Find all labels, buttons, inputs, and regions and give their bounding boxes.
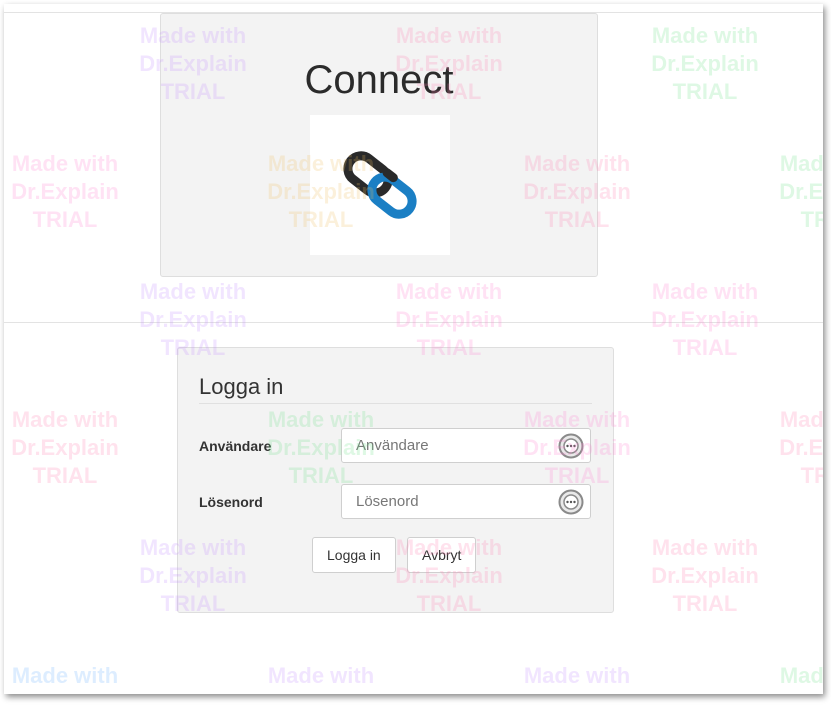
login-heading: Logga in [199,374,284,399]
watermark: Made withDr.ExplainTRIAL [11,407,119,488]
login-panel: Logga in Användare Lösenord [177,347,614,613]
logo [310,115,450,255]
watermark: Made withDr.ExplainTRIAL [651,23,759,104]
watermark: Made withDr.ExplainTRIAL [11,151,119,232]
password-manager-icon[interactable] [558,433,584,459]
watermark: Made withDr.ExplainTRIAL [651,535,759,616]
login-separator [199,403,592,404]
cancel-button[interactable]: Avbryt [407,537,477,573]
watermark: Made withDr.ExplainTRIAL [651,279,759,360]
page-title: Connect [304,58,454,102]
watermark: Made withDr.ExplainTRIAL [779,151,823,232]
username-label: Användare [199,438,272,454]
divider-middle [4,322,823,323]
username-field-wrapper [341,428,591,463]
password-input[interactable] [342,485,556,518]
chain-link-icon [343,151,417,219]
watermark: Made withDr.ExplainTRIAL [779,407,823,488]
header-panel: Connect [160,13,598,277]
watermark: Made withDr.Explain [779,663,823,694]
login-button[interactable]: Logga in [312,537,396,573]
watermark: Made withDr.Explain [11,663,119,694]
password-manager-icon[interactable] [558,489,584,515]
password-label: Lösenord [199,494,263,510]
watermark: Made withDr.Explain [523,663,631,694]
password-field-wrapper [341,484,591,519]
page-frame: Connect Logga in Användare Användare Lös… [4,4,823,694]
watermark: Made withDr.Explain [267,663,375,694]
username-input[interactable] [342,429,556,462]
